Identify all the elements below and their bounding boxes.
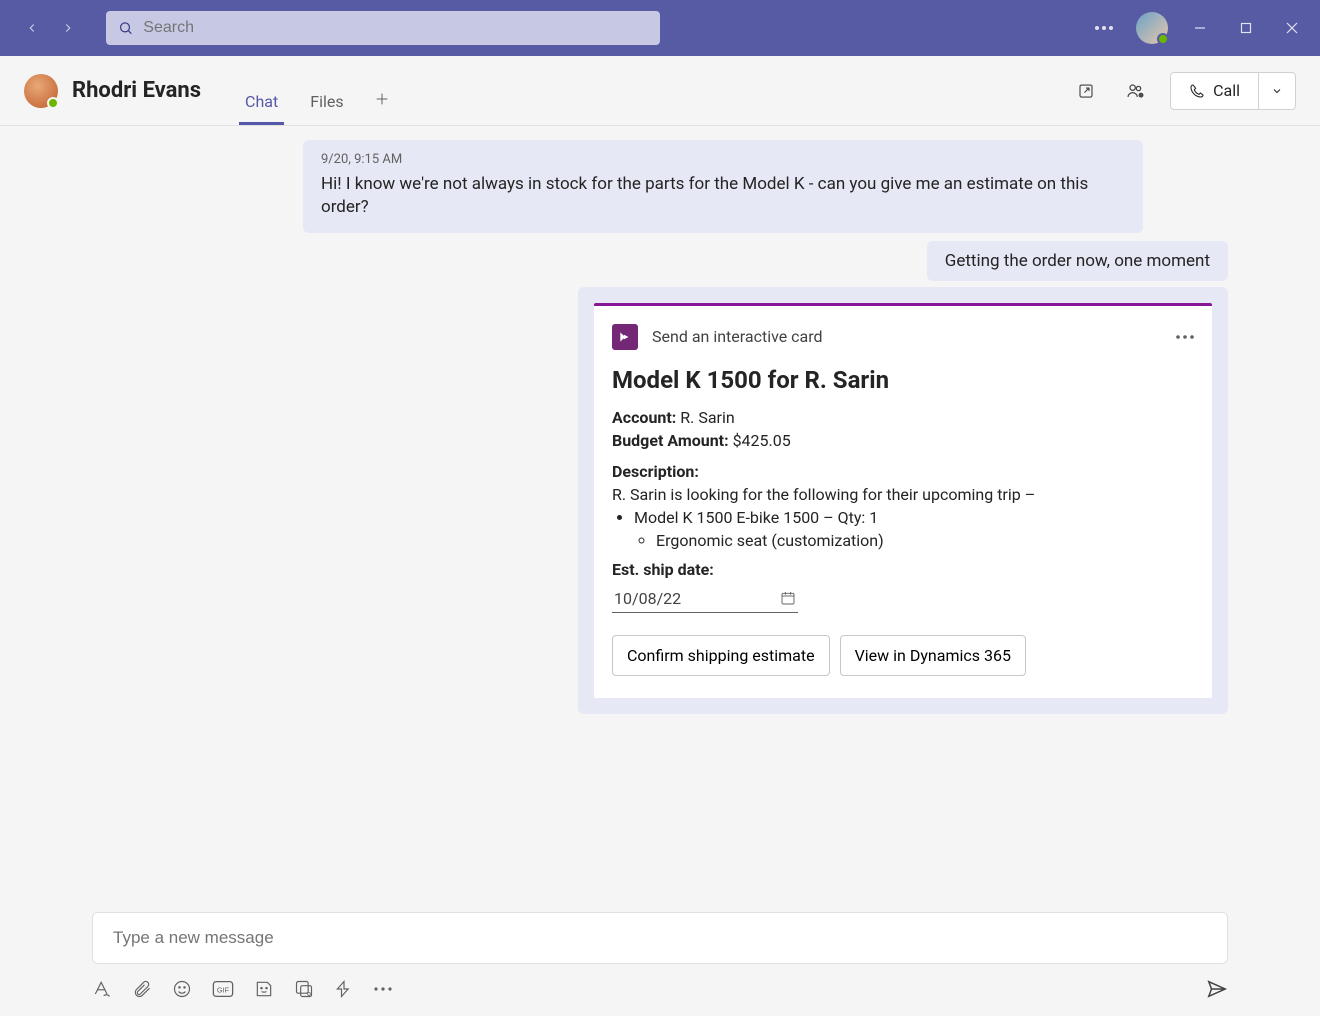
presence-available-icon [1157, 33, 1169, 45]
calendar-icon [780, 590, 796, 606]
tab-chat[interactable]: Chat [237, 92, 286, 125]
current-user-avatar[interactable] [1136, 12, 1168, 44]
back-button[interactable] [16, 12, 48, 44]
incoming-message[interactable]: 9/20, 9:15 AM Hi! I know we're not alway… [303, 140, 1143, 233]
gif-icon[interactable]: GIF [212, 979, 234, 999]
search-box[interactable] [106, 11, 660, 45]
attach-icon[interactable] [132, 979, 152, 999]
sticker-icon[interactable] [254, 979, 274, 999]
search-icon [118, 20, 133, 36]
call-dropdown-button[interactable] [1259, 73, 1295, 109]
window-close-button[interactable] [1278, 14, 1306, 42]
compose-area: GIF [0, 902, 1320, 1016]
card-description-text: R. Sarin is looking for the following fo… [612, 485, 1194, 504]
format-icon[interactable] [92, 979, 112, 999]
card-title: Model K 1500 for R. Sarin [612, 366, 1194, 394]
svg-text:GIF: GIF [217, 986, 230, 995]
outgoing-message[interactable]: Getting the order now, one moment [927, 241, 1228, 281]
compose-input[interactable] [111, 927, 1209, 949]
tab-files[interactable]: Files [302, 92, 351, 125]
ship-date-value: 10/08/22 [614, 589, 681, 608]
call-label: Call [1213, 81, 1240, 100]
compose-box[interactable] [92, 912, 1228, 964]
card-ship-label: Est. ship date: [612, 560, 1194, 579]
list-item: Ergonomic seat (customization) [656, 531, 1194, 550]
popout-button[interactable] [1070, 75, 1102, 107]
window-minimize-button[interactable] [1186, 14, 1214, 42]
card-budget-row: Budget Amount: $425.05 [612, 431, 1194, 450]
card-account-row: Account: R. Sarin [612, 408, 1194, 427]
power-automate-icon [612, 324, 638, 350]
adaptive-card: Send an interactive card Model K 1500 fo… [594, 303, 1212, 698]
search-input[interactable] [141, 18, 648, 38]
confirm-shipping-button[interactable]: Confirm shipping estimate [612, 635, 830, 676]
card-description-label: Description: [612, 462, 1194, 481]
send-button[interactable] [1206, 978, 1228, 1000]
window-maximize-button[interactable] [1232, 14, 1260, 42]
loop-icon[interactable] [294, 979, 314, 999]
list-item: Model K 1500 E-bike 1500 – Qty: 1 [634, 508, 1194, 527]
presence-available-icon [47, 97, 59, 109]
adaptive-card-container: Send an interactive card Model K 1500 fo… [578, 287, 1228, 714]
emoji-icon[interactable] [172, 979, 192, 999]
phone-icon [1189, 83, 1205, 99]
add-people-button[interactable] [1120, 75, 1152, 107]
more-menu-button[interactable] [1090, 14, 1118, 42]
card-more-button[interactable] [1176, 335, 1194, 339]
view-in-dynamics-button[interactable]: View in Dynamics 365 [840, 635, 1026, 676]
ship-date-input[interactable]: 10/08/22 [612, 585, 798, 613]
chat-title: Rhodri Evans [72, 78, 201, 103]
actions-icon[interactable] [334, 979, 354, 999]
message-timestamp: 9/20, 9:15 AM [321, 152, 1125, 167]
card-app-title: Send an interactive card [652, 327, 823, 346]
message-text: Hi! I know we're not always in stock for… [321, 173, 1125, 219]
add-tab-button[interactable] [368, 85, 396, 113]
chat-header: Rhodri Evans Chat Files Call [0, 56, 1320, 126]
call-button[interactable]: Call [1171, 73, 1259, 109]
card-item-list: Model K 1500 E-bike 1500 – Qty: 1 Ergono… [612, 508, 1194, 550]
forward-button[interactable] [52, 12, 84, 44]
contact-avatar[interactable] [24, 74, 58, 108]
messages-area: 9/20, 9:15 AM Hi! I know we're not alway… [0, 126, 1320, 902]
titlebar [0, 0, 1320, 56]
compose-more-icon[interactable] [374, 987, 392, 991]
